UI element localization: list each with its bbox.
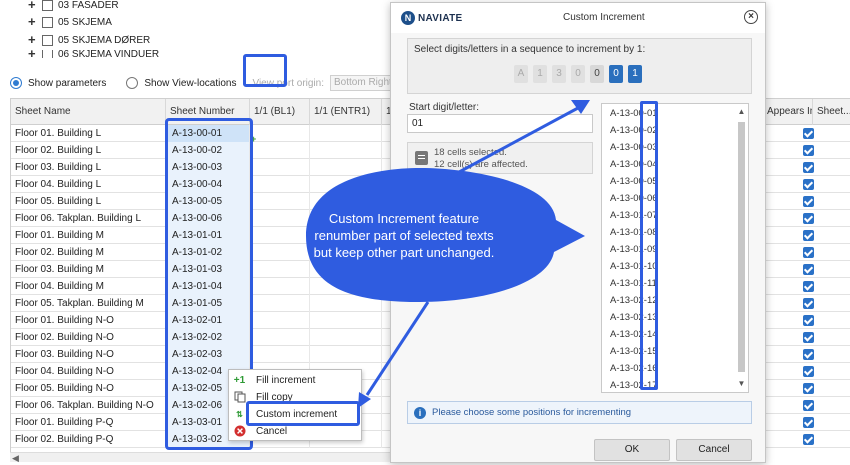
callout-text: Custom Increment feature renumber part o… — [313, 211, 495, 260]
callout-arrow-line — [447, 106, 579, 180]
callout-arrow-line — [365, 301, 430, 396]
